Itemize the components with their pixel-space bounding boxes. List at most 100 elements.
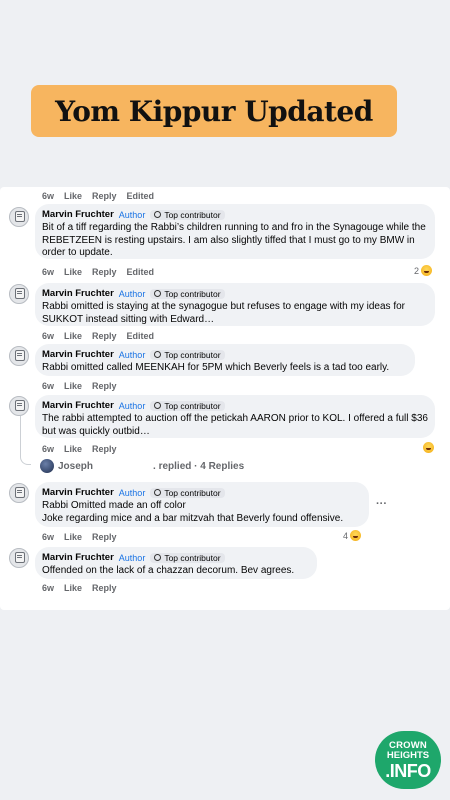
reply-link[interactable]: Reply bbox=[92, 532, 117, 542]
reply-link[interactable]: Reply bbox=[92, 191, 117, 201]
like-link[interactable]: Like bbox=[64, 267, 82, 277]
avatar[interactable] bbox=[9, 346, 29, 366]
avatar[interactable] bbox=[9, 548, 29, 568]
edited-label: Edited bbox=[126, 191, 155, 201]
top-contributor-badge: Top contributor bbox=[150, 487, 225, 498]
reply-link[interactable]: Reply bbox=[92, 444, 117, 454]
logo-line-1: CROWN bbox=[389, 739, 427, 751]
timestamp: 6w bbox=[42, 444, 55, 454]
comment-bubble: Marvin Fruchter Author Top contributor T… bbox=[35, 395, 435, 438]
avatar[interactable] bbox=[9, 483, 29, 503]
comment-actions: 6w Like Reply Edited bbox=[42, 191, 154, 201]
comment-actions: 6w Like Reply bbox=[42, 583, 117, 593]
top-contributor-label: Top contributor bbox=[164, 209, 221, 220]
reaction-number: 2 bbox=[414, 265, 420, 276]
reply-link[interactable]: Reply bbox=[92, 381, 117, 391]
reply-link[interactable]: Reply bbox=[92, 583, 117, 593]
crown-heights-logo: CROWN HEIGHTS .INFO bbox=[375, 731, 441, 789]
author-badge: Author bbox=[118, 487, 146, 498]
top-contributor-label: Top contributor bbox=[164, 349, 221, 360]
author-badge: Author bbox=[118, 288, 146, 299]
timestamp: 6w bbox=[42, 331, 55, 341]
like-link[interactable]: Like bbox=[64, 532, 82, 542]
reply-link[interactable]: Reply bbox=[92, 331, 117, 341]
edited-label: Edited bbox=[126, 267, 155, 277]
more-options-icon[interactable]: ··· bbox=[376, 498, 387, 510]
laughing-emoji-icon bbox=[350, 530, 362, 541]
reaction-count[interactable]: 2 bbox=[414, 265, 433, 276]
top-contributor-label: Top contributor bbox=[164, 552, 221, 563]
comment-bubble: Marvin Fruchter Author Top contributor R… bbox=[35, 482, 369, 527]
top-contributor-label: Top contributor bbox=[164, 487, 221, 498]
top-contributor-badge: Top contributor bbox=[150, 552, 225, 563]
edited-label: Edited bbox=[126, 331, 155, 341]
title-banner: Yom Kippur Updated bbox=[31, 85, 397, 137]
redaction bbox=[97, 461, 150, 471]
top-contributor-badge: Top contributor bbox=[150, 288, 225, 299]
laughing-emoji-icon bbox=[421, 265, 433, 276]
badge-icon bbox=[154, 211, 162, 218]
like-link[interactable]: Like bbox=[64, 583, 82, 593]
comment-text: Rabbi omitted called MEENKAH for 5PM whi… bbox=[42, 362, 390, 373]
comment-actions: 6w Like Reply bbox=[42, 381, 117, 391]
commenter-name[interactable]: Marvin Fruchter bbox=[42, 288, 114, 299]
timestamp: 6w bbox=[42, 191, 55, 201]
comment-bubble: Marvin Fruchter Author Top contributor O… bbox=[35, 547, 317, 579]
top-contributor-badge: Top contributor bbox=[150, 349, 225, 360]
avatar[interactable] bbox=[9, 284, 29, 304]
avatar bbox=[40, 459, 54, 473]
commenter-name[interactable]: Marvin Fruchter bbox=[42, 552, 114, 563]
timestamp: 6w bbox=[42, 267, 55, 277]
author-badge: Author bbox=[118, 400, 146, 411]
comment-actions: 6w Like Reply bbox=[42, 532, 117, 542]
comment-actions: 6w Like Reply Edited bbox=[42, 267, 154, 277]
commenter-name[interactable]: Marvin Fruchter bbox=[42, 209, 114, 220]
reaction-count[interactable] bbox=[423, 442, 434, 453]
logo-line-2: HEIGHTS bbox=[386, 750, 430, 761]
timestamp: 6w bbox=[42, 532, 55, 542]
reaction-count[interactable]: 4 bbox=[343, 530, 362, 541]
replies-count: . replied · 4 Replies bbox=[153, 460, 245, 472]
like-link[interactable]: Like bbox=[64, 331, 82, 341]
like-link[interactable]: Like bbox=[64, 444, 82, 454]
reply-link[interactable]: Reply bbox=[92, 267, 117, 277]
comment-actions: 6w Like Reply bbox=[42, 444, 117, 454]
author-badge: Author bbox=[118, 552, 146, 563]
comment-text: Rabbi Omitted made an off color Joke reg… bbox=[42, 500, 344, 524]
reaction-number: 4 bbox=[343, 530, 349, 541]
view-replies-link[interactable]: Joseph . replied · 4 Replies bbox=[40, 459, 244, 473]
comment-text: The rabbi attempted to auction off the p… bbox=[42, 413, 428, 437]
comment-bubble: Marvin Fruchter Author Top contributor R… bbox=[35, 283, 435, 326]
comment-text: Bit of a tiff regarding the Rabbi’s chil… bbox=[42, 222, 426, 259]
top-contributor-badge: Top contributor bbox=[150, 209, 225, 220]
badge-icon bbox=[154, 489, 162, 496]
commenter-name[interactable]: Marvin Fruchter bbox=[42, 349, 114, 360]
top-contributor-label: Top contributor bbox=[164, 288, 221, 299]
commenter-name[interactable]: Marvin Fruchter bbox=[42, 400, 114, 411]
avatar[interactable] bbox=[9, 396, 29, 416]
timestamp: 6w bbox=[42, 381, 55, 391]
commenter-name[interactable]: Marvin Fruchter bbox=[42, 487, 114, 498]
comment-text: Rabbi omitted is staying at the synagogu… bbox=[42, 301, 405, 325]
comment-bubble: Marvin Fruchter Author Top contributor R… bbox=[35, 344, 415, 376]
timestamp: 6w bbox=[42, 583, 55, 593]
laughing-emoji-icon bbox=[423, 442, 434, 453]
badge-icon bbox=[154, 351, 162, 358]
author-badge: Author bbox=[118, 349, 146, 360]
top-contributor-badge: Top contributor bbox=[150, 400, 225, 411]
author-badge: Author bbox=[118, 209, 146, 220]
thread-connector bbox=[20, 416, 31, 465]
comment-actions: 6w Like Reply Edited bbox=[42, 331, 154, 341]
like-link[interactable]: Like bbox=[64, 381, 82, 391]
comment-bubble: Marvin Fruchter Author Top contributor B… bbox=[35, 204, 435, 259]
avatar[interactable] bbox=[9, 207, 29, 227]
badge-icon bbox=[154, 554, 162, 561]
badge-icon bbox=[154, 402, 162, 409]
logo-line-3: .INFO bbox=[385, 760, 431, 781]
page-title: Yom Kippur Updated bbox=[55, 94, 373, 128]
reply-author-name: Joseph bbox=[58, 460, 94, 472]
badge-icon bbox=[154, 290, 162, 297]
like-link[interactable]: Like bbox=[64, 191, 82, 201]
top-contributor-label: Top contributor bbox=[164, 400, 221, 411]
comment-text: Offended on the lack of a chazzan decoru… bbox=[42, 565, 295, 576]
